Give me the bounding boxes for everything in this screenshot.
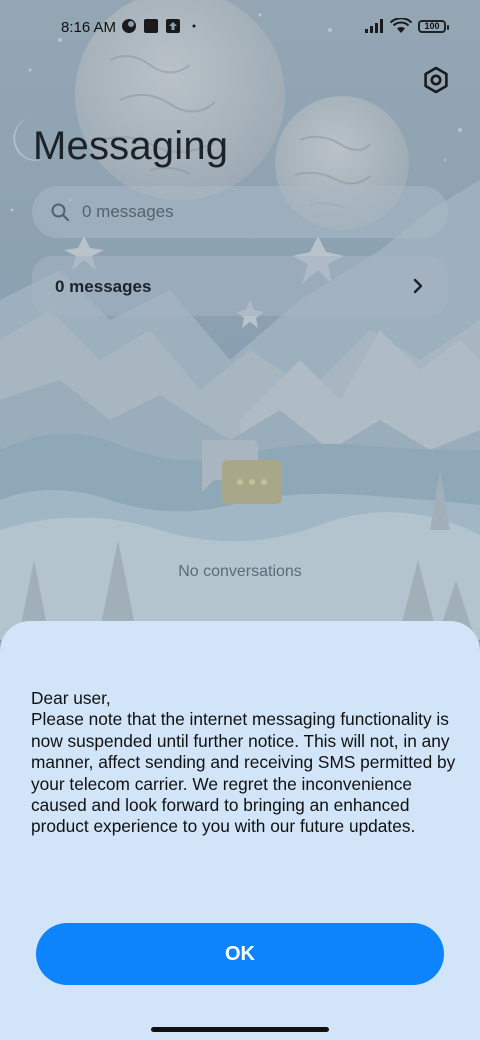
status-bar: 8:16 AM 100 [0,0,480,56]
home-indicator[interactable] [151,1027,329,1032]
upload-icon [166,19,180,33]
settings-hexagon-icon[interactable] [420,64,452,96]
dot-icon [192,24,196,28]
messages-row-label: 0 messages [55,277,152,296]
notice-greeting: Dear user, [31,688,111,708]
cellular-signal-icon [365,19,383,33]
chat-bubbles-icon [202,440,282,504]
search-icon [51,203,70,222]
search-bar[interactable]: 0 messages [32,186,448,238]
wifi-icon [390,18,412,33]
chevron-right-icon [413,278,423,294]
status-time: 8:16 AM [61,19,117,36]
ok-button[interactable]: OK [36,923,444,985]
notification-square-icon [144,19,158,33]
notification-app-icon [122,19,136,33]
battery-icon: 100 [418,20,449,33]
page-title: Messaging [33,124,229,168]
search-placeholder: 0 messages [82,202,174,221]
empty-state-text: No conversations [178,563,302,580]
messages-row[interactable]: 0 messages [32,256,448,316]
notice-text: Dear user, Please note that the internet… [31,688,461,838]
notice-message: Please note that the internet messaging … [31,709,456,837]
